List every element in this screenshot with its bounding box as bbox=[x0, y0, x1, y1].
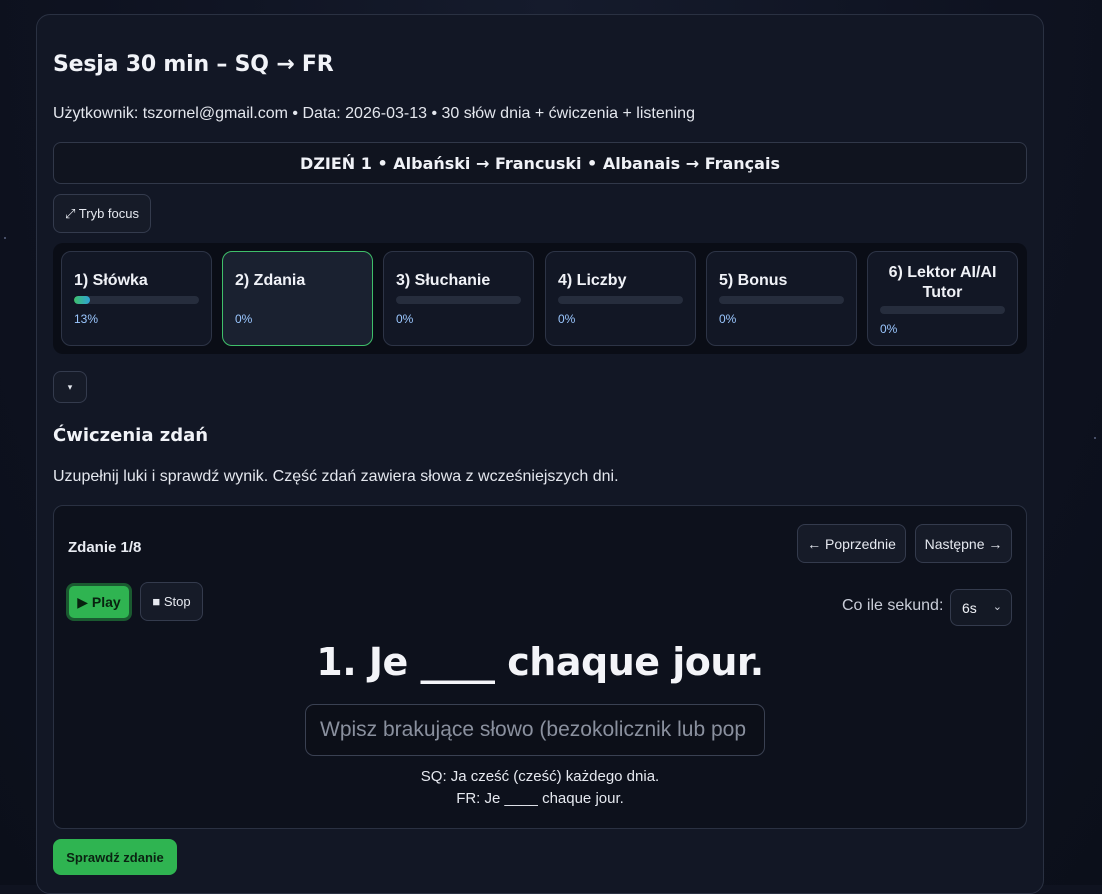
interval-select[interactable]: 6s ⌄ bbox=[950, 589, 1012, 626]
step-progress-bar bbox=[880, 306, 1005, 314]
step-label: 4) Liczby bbox=[558, 272, 627, 289]
answer-input[interactable] bbox=[305, 704, 765, 756]
step-progress-bar bbox=[74, 296, 199, 304]
sentence-counter: Zdanie 1/8 bbox=[68, 539, 142, 556]
step-progress-bar bbox=[396, 296, 521, 304]
step-percent: 0% bbox=[235, 312, 253, 326]
step-percent: 0% bbox=[396, 312, 414, 326]
stop-button[interactable]: ■ Stop bbox=[140, 582, 203, 621]
step-percent: 0% bbox=[880, 322, 898, 336]
step-tab-listening[interactable]: 3) Słuchanie 0% bbox=[383, 251, 534, 346]
session-subtitle: Użytkownik: tszornel@gmail.com • Data: 2… bbox=[53, 105, 695, 122]
step-label: 2) Zdania bbox=[235, 272, 306, 289]
step-label: 3) Słuchanie bbox=[396, 272, 491, 289]
previous-button[interactable]: ← Poprzednie bbox=[797, 524, 906, 563]
step-tab-words[interactable]: 1) Słówka 13% bbox=[61, 251, 212, 346]
collapse-toggle-button[interactable]: ▾ bbox=[53, 371, 87, 403]
step-percent: 0% bbox=[558, 312, 576, 326]
page-title: Sesja 30 min – SQ → FR bbox=[53, 52, 334, 77]
step-tab-numbers[interactable]: 4) Liczby 0% bbox=[545, 251, 696, 346]
step-percent: 13% bbox=[74, 312, 99, 326]
steps-bar: 1) Słówka 13% 2) Zdania 0% 3) Słuchanie … bbox=[53, 243, 1027, 354]
step-progress-bar bbox=[719, 296, 844, 304]
step-progress-bar bbox=[558, 296, 683, 304]
hint-albanian: SQ: Ja cześć (cześć) każdego dnia. bbox=[420, 768, 660, 785]
step-percent: 0% bbox=[719, 312, 737, 326]
section-description: Uzupełnij luki i sprawdź wynik. Część zd… bbox=[53, 468, 619, 485]
step-tab-ai-tutor[interactable]: 6) Lektor AI/AI Tutor 0% bbox=[867, 251, 1018, 346]
background-star bbox=[1094, 437, 1096, 439]
focus-mode-button[interactable]: ⤢ Tryb focus bbox=[53, 194, 151, 233]
chevron-down-icon: ⌄ bbox=[992, 601, 1002, 613]
next-button[interactable]: Następne → bbox=[915, 524, 1012, 563]
step-tab-bonus[interactable]: 5) Bonus 0% bbox=[706, 251, 857, 346]
exercise-sentence: 1. Je ____ chaque jour. bbox=[316, 640, 764, 684]
day-banner: DZIEŃ 1 • Albański → Francuski • Albanai… bbox=[53, 142, 1027, 184]
step-tab-sentences[interactable]: 2) Zdania 0% bbox=[222, 251, 373, 346]
check-sentence-button[interactable]: Sprawdź zdanie bbox=[53, 839, 177, 875]
step-label: 1) Słówka bbox=[74, 272, 148, 289]
interval-label: Co ile sekund: bbox=[842, 597, 944, 614]
step-label: 6) Lektor AI/AI Tutor bbox=[888, 264, 997, 301]
interval-value: 6s bbox=[962, 599, 977, 616]
section-title: Ćwiczenia zdań bbox=[53, 425, 209, 446]
hint-french: FR: Je ____ chaque jour. bbox=[456, 790, 624, 807]
step-label: 5) Bonus bbox=[719, 272, 788, 289]
background-star bbox=[4, 237, 6, 239]
step-progress-fill bbox=[74, 296, 91, 304]
play-button[interactable]: ▶ Play bbox=[66, 583, 132, 621]
